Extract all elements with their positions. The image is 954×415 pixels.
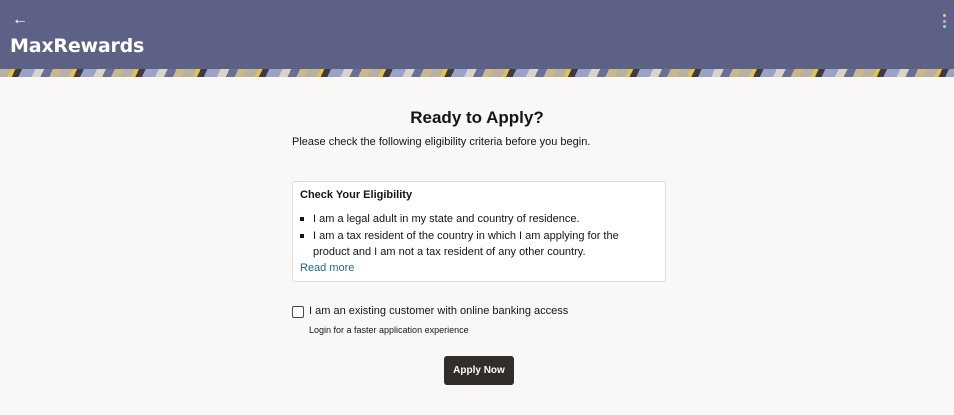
back-arrow-icon[interactable]: ←	[12, 10, 32, 30]
read-more-link[interactable]: Read more	[300, 262, 354, 274]
eligibility-list: I am a legal adult in my state and count…	[300, 211, 650, 261]
decorative-banner	[0, 69, 954, 77]
app-title: MaxRewards	[10, 35, 145, 57]
existing-customer-label[interactable]: I am an existing customer with online ba…	[309, 305, 568, 317]
eligibility-card: Check Your Eligibility I am a legal adul…	[292, 181, 666, 282]
menu-dot	[942, 19, 946, 23]
eligibility-item: I am a tax resident of the country in wh…	[300, 228, 650, 261]
eligibility-item: I am a legal adult in my state and count…	[300, 211, 650, 228]
app-header: ← MaxRewards	[0, 0, 954, 69]
existing-customer-hint: Login for a faster application experienc…	[309, 325, 469, 335]
eligibility-title: Check Your Eligibility	[300, 189, 413, 201]
apply-now-button[interactable]: Apply Now	[444, 356, 514, 385]
page-title: Ready to Apply?	[410, 108, 544, 127]
menu-dot	[942, 14, 946, 17]
page-subtitle: Please check the following eligibility c…	[292, 136, 591, 148]
menu-dot	[942, 25, 946, 28]
existing-customer-checkbox[interactable]	[292, 306, 304, 318]
kebab-menu-icon[interactable]	[940, 12, 948, 30]
